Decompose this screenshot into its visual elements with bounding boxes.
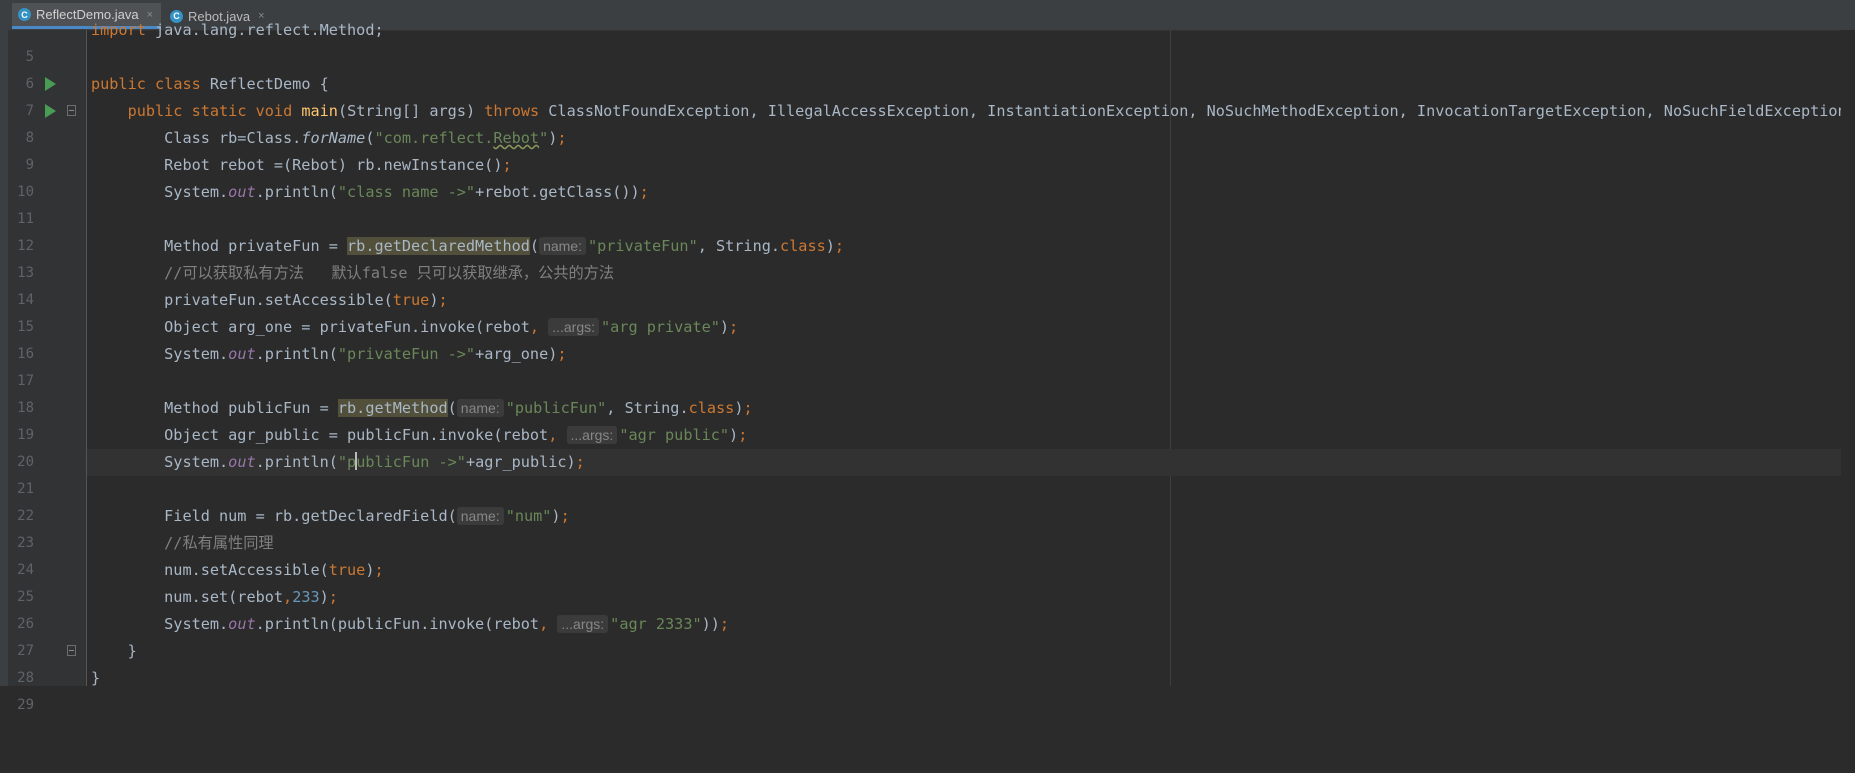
run-class-icon[interactable]: [45, 77, 56, 91]
code-line-21: 21 System.out.println("publicFun ->"+agr…: [17, 449, 1855, 497]
code-line-15: 15 privateFun.setAccessible(true);: [17, 287, 1855, 335]
code-line-17: 17 System.out.println("privateFun ->"+ar…: [17, 341, 1855, 389]
line-number: 20: [17, 454, 34, 470]
line-number: 5: [25, 49, 34, 65]
code-line-14: 14 //可以获取私有方法 默认false 只可以获取继承，公共的方法: [17, 260, 1855, 308]
code-line-16: 16 Object arg_one = privateFun.invoke(re…: [17, 314, 1855, 362]
line-number: 23: [17, 535, 34, 551]
code-line-8: 8 public static void main(String[] args)…: [26, 98, 1855, 146]
fold-icon[interactable]: [67, 645, 76, 656]
line-number: 18: [17, 400, 34, 416]
run-main-icon[interactable]: [45, 104, 56, 118]
line-number: 10: [17, 184, 34, 200]
line-number: 6: [25, 76, 34, 92]
code-line-22: 22: [17, 476, 1855, 524]
line-number: 16: [17, 346, 34, 362]
code-line-25: 25 num.setAccessible(true);: [17, 557, 1855, 605]
vertical-scrollbar[interactable]: [1841, 30, 1855, 686]
code-line-29: 29 }: [17, 665, 1855, 713]
parameter-hint: ...args:: [566, 426, 618, 444]
line-number: 7: [25, 103, 34, 119]
code-line-19: 19 Method publicFun = rb.getMethod(name:…: [17, 395, 1855, 443]
code-line-23: 23 Field num = rb.getDeclaredField(name:…: [17, 503, 1855, 551]
line-number: 21: [17, 481, 34, 497]
line-number: 26: [17, 616, 34, 632]
line-number: 24: [17, 562, 34, 578]
line-number: 11: [17, 211, 34, 227]
line-number: 19: [17, 427, 34, 443]
line-number: 15: [17, 319, 34, 335]
line-number: 29: [17, 697, 34, 713]
parameter-hint: name:: [456, 507, 504, 525]
line-number: 8: [25, 130, 34, 146]
code-line-20: 20 Object agr_public = publicFun.invoke(…: [17, 422, 1855, 470]
line-number: 25: [17, 589, 34, 605]
parameter-hint: ...args:: [548, 318, 600, 336]
line-number: 27: [17, 643, 34, 659]
code-line-18: 18: [17, 368, 1855, 416]
code-line-11: 11 System.out.println("class name ->"+re…: [17, 179, 1855, 227]
parameter-hint: name:: [539, 237, 586, 255]
code-line-13: 13 Method privateFun = rb.getDeclaredMet…: [17, 233, 1855, 281]
line-number: 22: [17, 508, 34, 524]
java-class-icon: C: [18, 8, 31, 21]
parameter-hint: ...args:: [557, 615, 609, 633]
code-line-5: 5 import java.lang.reflect.Method;: [26, 17, 1855, 65]
code-line-28: 28 }: [17, 638, 1855, 686]
line-number: 14: [17, 292, 34, 308]
code-line-27: 27 System.out.println(publicFun.invoke(r…: [17, 611, 1855, 659]
code-line-26: 26 num.set(rebot,233);: [17, 584, 1855, 632]
code-line-6: 6: [26, 44, 1855, 92]
line-number: 12: [17, 238, 34, 254]
code-line-7: 7 public class ReflectDemo {: [26, 71, 1855, 119]
line-number: 13: [17, 265, 34, 281]
code-line-12: 12: [17, 206, 1855, 254]
line-number: 28: [17, 670, 34, 686]
fold-icon[interactable]: [67, 105, 76, 116]
code-line-10: 10 Rebot rebot =(Rebot) rb.newInstance()…: [17, 152, 1855, 200]
line-number: 9: [25, 157, 34, 173]
code-line-9: 9 Class rb=Class.forName("com.reflect.Re…: [26, 125, 1855, 173]
code-editor[interactable]: 5 import java.lang.reflect.Method; 6 7 p…: [17, 21, 1855, 713]
code-line-24: 24 //私有属性同理: [17, 530, 1855, 578]
line-number: 17: [17, 373, 34, 389]
parameter-hint: name:: [456, 399, 504, 417]
